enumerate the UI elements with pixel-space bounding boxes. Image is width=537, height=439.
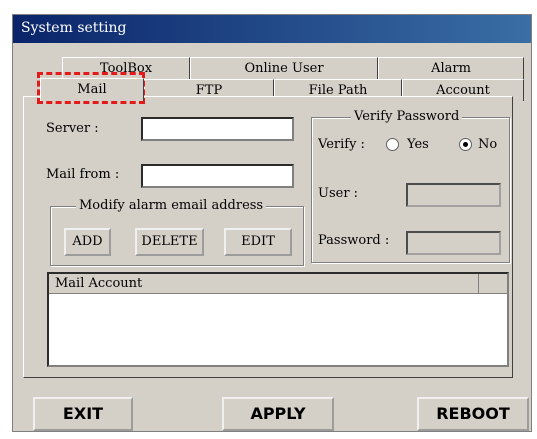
server-input[interactable]: [141, 117, 294, 141]
tab-label: Alarm: [431, 61, 471, 76]
tab-alarm[interactable]: Alarm: [378, 57, 524, 79]
mail-from-input[interactable]: [141, 164, 294, 188]
user-input[interactable]: [406, 183, 501, 207]
tab-label: Mail: [77, 82, 107, 97]
reboot-button[interactable]: REBOOT: [417, 397, 529, 431]
edit-button[interactable]: EDIT: [224, 228, 292, 256]
verify-label: Verify :: [318, 137, 365, 152]
verify-yes-label: Yes: [407, 137, 429, 152]
password-label: Password :: [318, 233, 390, 248]
mail-account-column-header[interactable]: Mail Account: [49, 274, 479, 293]
window-title: System setting: [21, 20, 127, 36]
list-header: Mail Account: [49, 274, 507, 294]
server-label: Server :: [46, 121, 99, 136]
add-button-label: ADD: [72, 234, 103, 249]
delete-button[interactable]: DELETE: [135, 228, 204, 256]
user-label: User :: [318, 186, 359, 201]
mail-account-column-label: Mail Account: [55, 276, 143, 291]
reboot-button-label: REBOOT: [436, 404, 510, 423]
password-input[interactable]: [406, 231, 501, 255]
mail-from-label: Mail from :: [46, 167, 120, 182]
add-button[interactable]: ADD: [64, 228, 111, 256]
apply-button[interactable]: APPLY: [222, 397, 334, 431]
modify-email-group-title: Modify alarm email address: [76, 198, 267, 213]
delete-button-label: DELETE: [141, 234, 198, 249]
tab-online-user[interactable]: Online User: [190, 57, 378, 79]
edit-button-label: EDIT: [241, 234, 275, 249]
verify-yes-radio[interactable]: [386, 138, 399, 151]
verify-password-group-title: Verify Password: [351, 109, 463, 124]
exit-button-label: EXIT: [62, 404, 104, 423]
verify-no-label: No: [478, 137, 498, 152]
tab-label: Online User: [244, 61, 324, 76]
mail-account-list[interactable]: Mail Account: [47, 272, 509, 367]
apply-button-label: APPLY: [250, 404, 306, 423]
title-bar: System setting: [13, 15, 531, 43]
verify-no-radio[interactable]: [459, 138, 472, 151]
radio-selected-dot: [463, 142, 468, 147]
exit-button[interactable]: EXIT: [33, 397, 133, 431]
tab-mail[interactable]: Mail: [40, 78, 144, 101]
